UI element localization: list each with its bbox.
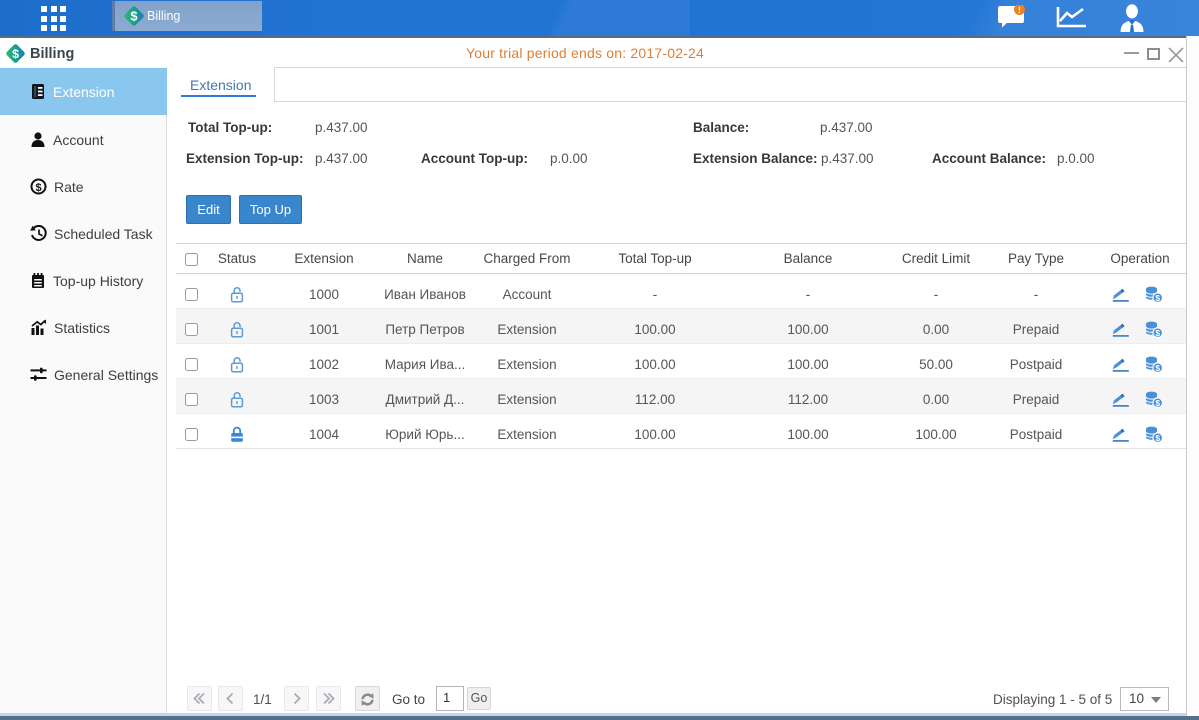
svg-text:$: $ bbox=[35, 182, 41, 194]
svg-text:$: $ bbox=[1155, 292, 1160, 302]
svg-text:$: $ bbox=[130, 8, 137, 23]
svg-text:$: $ bbox=[1155, 327, 1160, 337]
svg-text:$: $ bbox=[1155, 362, 1160, 372]
svg-text:!: ! bbox=[1018, 6, 1021, 15]
svg-text:$: $ bbox=[1155, 397, 1160, 407]
svg-text:$: $ bbox=[1155, 432, 1160, 442]
